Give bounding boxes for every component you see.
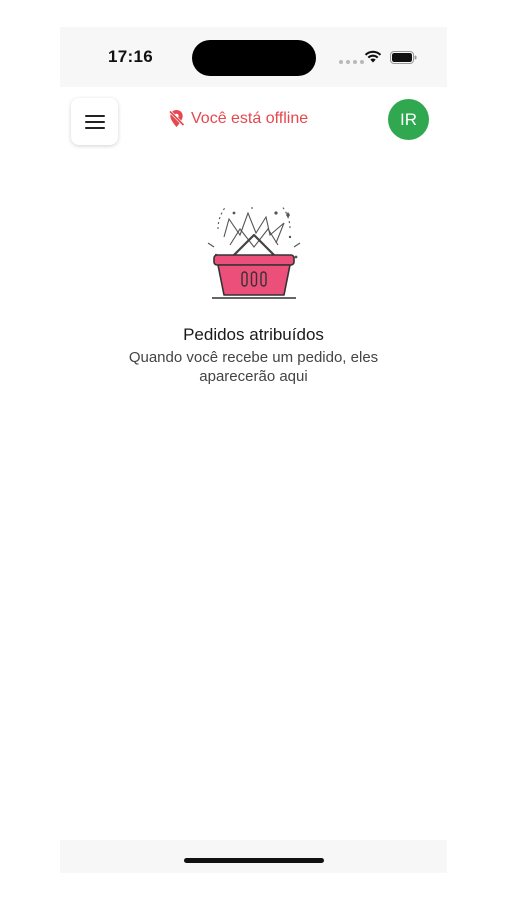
menu-button[interactable]: [71, 98, 118, 145]
app-header: Você está offline IR: [60, 95, 447, 151]
empty-state-description: Quando você recebe um pedido, eles apare…: [128, 349, 379, 385]
location-off-icon: [168, 110, 185, 127]
home-indicator[interactable]: [184, 858, 324, 863]
cellular-signal-icon: [339, 60, 364, 64]
app-screen: 17:16 Você está offline IR Pedidos atrib…: [60, 27, 447, 873]
empty-state: Pedidos atribuídos Quando você recebe um…: [60, 207, 447, 386]
empty-state-title: Pedidos atribuídos: [183, 325, 324, 344]
offline-status: Você está offline: [168, 109, 308, 128]
shopping-basket-icon: [207, 207, 300, 299]
wifi-icon: [364, 50, 382, 63]
user-avatar[interactable]: IR: [388, 99, 429, 140]
status-time: 17:16: [108, 47, 153, 66]
status-bar: 17:16: [60, 27, 447, 87]
bottom-bar: [60, 840, 447, 873]
dynamic-island: [192, 40, 316, 76]
battery-icon: [390, 51, 417, 64]
offline-status-text: Você está offline: [191, 109, 309, 127]
hamburger-menu-icon: [84, 114, 105, 129]
